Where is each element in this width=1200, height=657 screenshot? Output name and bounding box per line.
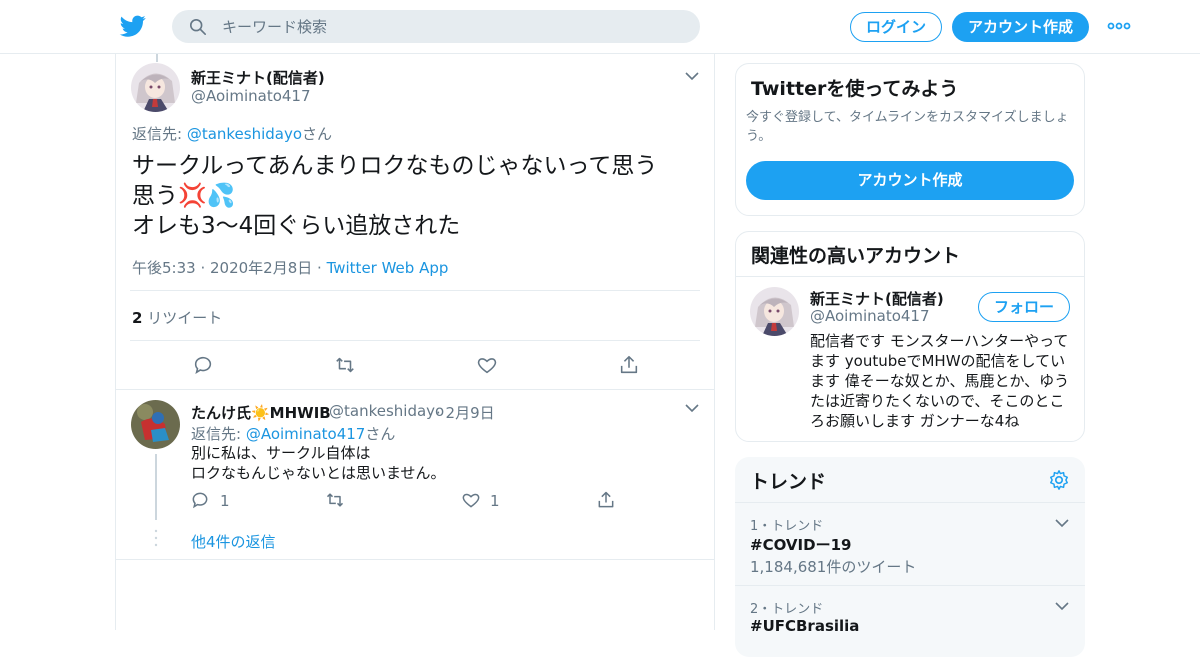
share-icon[interactable] [596, 490, 616, 510]
avatar[interactable] [131, 400, 180, 449]
reply-icon[interactable] [192, 354, 214, 376]
more-replies-link[interactable]: 他4件の返信 [191, 531, 276, 552]
tweet-author-handle[interactable]: @Aoiminato417 [191, 87, 311, 105]
divider [130, 340, 700, 341]
trend-item[interactable]: 2・トレンド #UFCBrasilia [735, 586, 1085, 646]
thread-line [155, 454, 157, 520]
trends-card: トレンド 1・トレンド #COVIDー19 1,184,681件のツイート 2・… [735, 457, 1085, 657]
trend-tag: #COVIDー19 [750, 536, 852, 554]
tweet-author-name[interactable]: 新王ミナト(配信者) [191, 67, 325, 88]
reply-to-line: 返信先: @Aoiminato417さん [191, 423, 395, 444]
retweet-icon[interactable] [325, 490, 345, 510]
reply-suffix: さん [365, 425, 396, 443]
thread-dots-icon [154, 529, 158, 547]
card-title: Twitterを使ってみよう [751, 78, 959, 100]
twitter-bird-icon[interactable] [119, 13, 147, 39]
tweet-text: サークルってあんまりロクなものじゃないって思う 思う💢💦 オレも3〜4回ぐらい追… [132, 151, 692, 241]
retweet-icon[interactable] [334, 354, 356, 376]
like-count: 1 [490, 492, 500, 510]
reply-to-line: 返信先: @tankeshidayoさん [132, 123, 332, 144]
retweet-count-number: 2 [132, 309, 143, 327]
account-handle[interactable]: @Aoiminato417 [810, 307, 930, 325]
signup-button[interactable]: アカウント作成 [746, 161, 1074, 200]
card-title: トレンド [750, 471, 827, 493]
divider [116, 389, 714, 390]
tweet-meta: 午後5:33 · 2020年2月8日 · Twitter Web App [132, 257, 448, 278]
tweet-text-line: 別に私は、サークル自体は [191, 444, 371, 462]
like-heart-icon[interactable] [461, 490, 481, 510]
tweet-author-handle[interactable]: @tankeshidayo [329, 402, 444, 420]
related-accounts-card: 関連性の高いアカウント 新王ミナト(配信者) @Aoiminato417 フォロ… [735, 231, 1085, 442]
signup-button[interactable]: アカウント作成 [952, 12, 1089, 42]
retweet-count-label: リツイート [142, 309, 223, 327]
tweet-timestamp[interactable]: 午後5:33 · 2020年2月8日 · [132, 259, 327, 277]
main-timeline: 新王ミナト(配信者) @Aoiminato417 返信先: @tankeshid… [115, 54, 715, 630]
tweet-source-link[interactable]: Twitter Web App [327, 259, 449, 277]
like-heart-icon[interactable] [476, 354, 498, 376]
divider [736, 276, 1084, 277]
avatar[interactable] [131, 63, 180, 112]
search-input[interactable] [222, 10, 682, 43]
reply-count: 1 [220, 492, 230, 510]
thread-line [156, 54, 158, 62]
tweet-text-line: オレも3〜4回ぐらい追放された [132, 213, 461, 239]
search-icon [189, 18, 207, 36]
trend-rank: 1・トレンド [750, 519, 824, 534]
divider [130, 290, 700, 291]
chevron-down-icon[interactable] [685, 71, 699, 81]
trend-item[interactable]: 1・トレンド #COVIDー19 1,184,681件のツイート [735, 503, 1085, 585]
trend-rank: 2・トレンド [750, 602, 824, 617]
chevron-down-icon[interactable] [1055, 601, 1069, 611]
card-title: 関連性の高いアカウント [751, 245, 961, 267]
tweet-author-name[interactable]: たんけ氏☀️MHWIB [191, 402, 331, 423]
more-options-icon[interactable] [1107, 20, 1131, 32]
avatar[interactable] [750, 287, 799, 336]
chevron-down-icon[interactable] [1055, 518, 1069, 528]
reply-icon[interactable] [190, 490, 210, 510]
follow-button[interactable]: フォロー [978, 292, 1070, 322]
top-bar: ログイン アカウント作成 [0, 0, 1200, 54]
reply-to-handle-link[interactable]: @Aoiminato417 [246, 425, 366, 443]
tweet-text-line: サークルってあんまりロクなものじゃないって思う [132, 153, 658, 179]
retweet-count[interactable]: 2 リツイート [132, 307, 222, 328]
reply-to-handle-link[interactable]: @tankeshidayo [187, 125, 302, 143]
reply-tweet-text: 別に私は、サークル自体は ロクなもんじゃないとは思いません。 [191, 443, 446, 483]
trend-tag: #UFCBrasilia [750, 617, 860, 635]
login-button[interactable]: ログイン [850, 12, 942, 42]
tweet-text-line: ロクなもんじゃないとは思いません。 [191, 464, 446, 482]
trend-count: 1,184,681件のツイート [750, 558, 917, 576]
gear-icon[interactable] [1048, 469, 1070, 491]
reply-prefix: 返信先: [132, 125, 187, 143]
tweet-date[interactable]: · 2月9日 [436, 402, 495, 423]
tweet-text-line: 思う💢💦 [132, 183, 236, 209]
anime-avatar-icon [131, 63, 180, 112]
try-twitter-card: Twitterを使ってみよう 今すぐ登録して、タイムラインをカスタマイズしましょ… [735, 63, 1085, 216]
search-box[interactable] [172, 10, 700, 43]
card-description: 今すぐ登録して、タイムラインをカスタマイズしましょう。 [746, 110, 1069, 144]
anime-avatar-icon [750, 287, 799, 336]
chevron-down-icon[interactable] [685, 403, 699, 413]
divider [116, 559, 714, 560]
account-name[interactable]: 新王ミナト(配信者) [810, 288, 944, 309]
reply-suffix: さん [302, 125, 333, 143]
reply-prefix: 返信先: [191, 425, 246, 443]
figure-avatar-icon [131, 400, 180, 449]
account-bio: 配信者です モンスターハンターやってます youtubeでMHWの配信をしていま… [810, 332, 1070, 430]
share-icon[interactable] [618, 354, 640, 376]
